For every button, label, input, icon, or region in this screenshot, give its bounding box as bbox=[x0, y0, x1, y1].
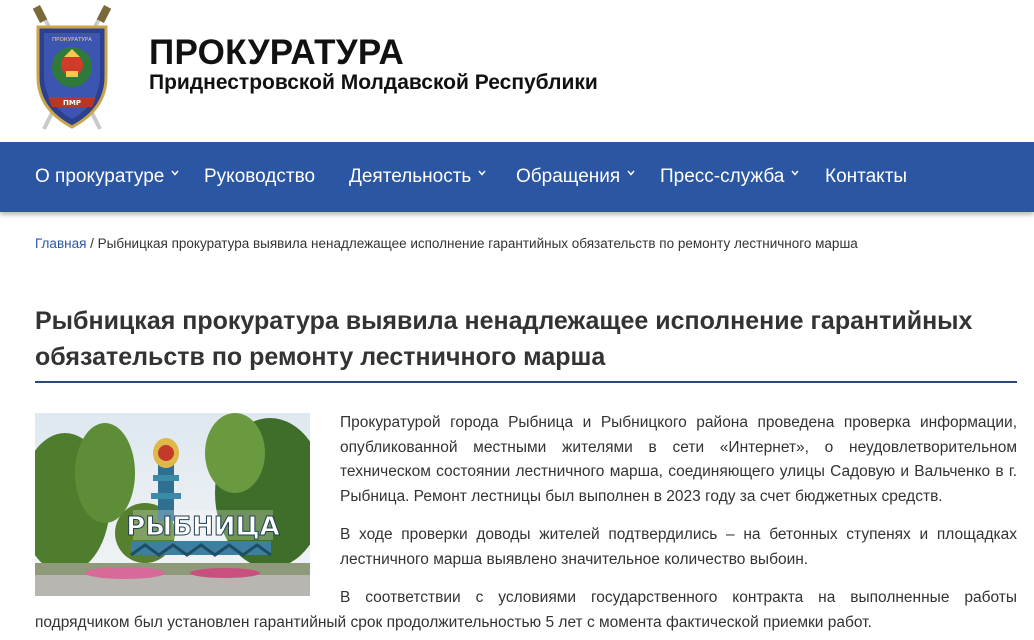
chevron-down-icon bbox=[627, 170, 635, 176]
breadcrumb-home-link[interactable]: Главная bbox=[35, 236, 86, 251]
nav-item-leadership[interactable]: Руководство bbox=[204, 142, 315, 212]
photo-sign-text: РЫБНИЦА bbox=[126, 512, 280, 542]
breadcrumb-separator: / bbox=[86, 236, 98, 251]
nav-item-label: Контакты bbox=[825, 166, 908, 187]
article-paragraph: Прокуратурой города Рыбница и Рыбницкого… bbox=[340, 414, 1017, 505]
chevron-down-icon bbox=[791, 170, 799, 176]
site-title[interactable]: ПРОКУРАТУРА bbox=[149, 34, 404, 72]
article-paragraph: В соответствии с условиями государственн… bbox=[35, 589, 1017, 631]
chevron-down-icon bbox=[171, 170, 179, 176]
nav-item-label: О прокуратуре bbox=[35, 166, 165, 187]
site-subtitle[interactable]: Приднестровской Молдавской Республики bbox=[149, 71, 598, 95]
nav-item-label: Пресс-служба bbox=[660, 166, 785, 187]
prosecutor-emblem-logo[interactable]: ПМР ПРОКУРАТУРА bbox=[30, 5, 114, 133]
site-header: ПМР ПРОКУРАТУРА ПРОКУРАТУРА Приднестровс… bbox=[0, 0, 1034, 142]
article-paragraph: В ходе проверки доводы жителей подтверди… bbox=[340, 526, 1017, 568]
svg-text:ПМР: ПМР bbox=[63, 99, 81, 107]
breadcrumb-current: Рыбницкая прокуратура выявила ненадлежащ… bbox=[97, 236, 858, 251]
svg-text:ПРОКУРАТУРА: ПРОКУРАТУРА bbox=[52, 37, 92, 43]
nav-item-activity[interactable]: Деятельность bbox=[349, 142, 486, 212]
nav-item-press[interactable]: Пресс-служба bbox=[660, 142, 799, 212]
breadcrumb: Главная / Рыбницкая прокуратура выявила … bbox=[35, 236, 858, 251]
nav-item-label: Руководство bbox=[204, 166, 316, 187]
article-title: Рыбницкая прокуратура выявила ненадлежащ… bbox=[35, 307, 973, 371]
nav-item-label: Деятельность bbox=[349, 166, 472, 187]
nav-item-contacts[interactable]: Контакты bbox=[825, 142, 907, 212]
nav-item-appeals[interactable]: Обращения bbox=[516, 142, 635, 212]
nav-item-about[interactable]: О прокуратуре bbox=[35, 142, 179, 212]
chevron-down-icon bbox=[478, 170, 486, 176]
nav-item-label: Обращения bbox=[516, 166, 621, 187]
main-navigation: О прокуратуре Руководство Деятельность О… bbox=[0, 142, 1034, 212]
title-divider bbox=[35, 381, 1017, 383]
article-photo-rybnitsa-sign[interactable]: РЫБНИЦА bbox=[35, 413, 310, 596]
